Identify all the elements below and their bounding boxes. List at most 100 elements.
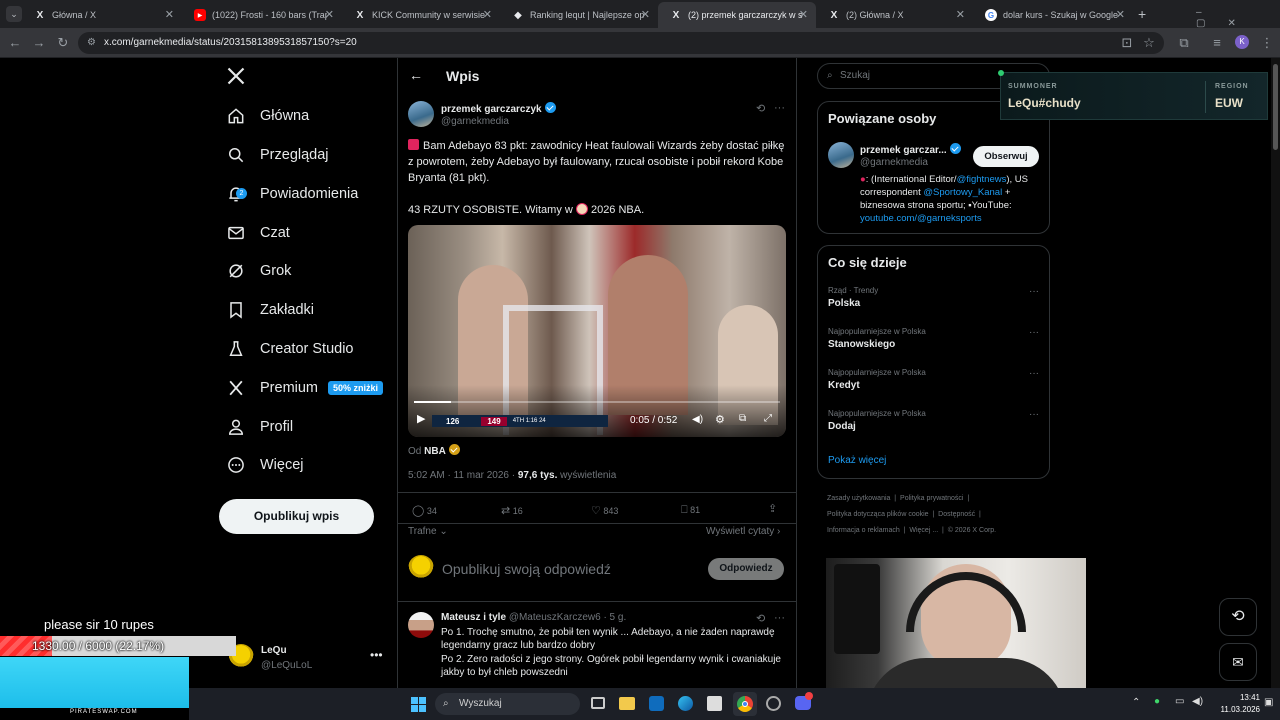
sidebar-item-grok[interactable]: Grok [222, 254, 291, 288]
sidebar-item-bookmark[interactable]: Zakładki [222, 293, 314, 327]
tab-close-icon[interactable]: ✕ [483, 8, 492, 21]
footer-cookies[interactable]: Polityka dotycząca plików cookie [827, 511, 929, 518]
pip-icon[interactable]: ⧉ [739, 413, 746, 424]
bio-link-sportowy[interactable]: @Sportowy_Kanal [923, 187, 1002, 198]
share-icon[interactable]: ⇪ [768, 502, 777, 515]
sidebar-item-mail[interactable]: Czat [222, 216, 290, 250]
footer-terms[interactable]: Zasady użytkowania [827, 495, 890, 502]
footer-more[interactable]: Więcej ... [909, 527, 938, 534]
reply-action[interactable]: ◯ 34 [412, 504, 437, 517]
related-name[interactable]: przemek garczar... [860, 145, 947, 156]
video-player[interactable]: ▶ 126 149 4TH 1:16 24 0:05 / 0:52 ◀) ⚙ ⧉… [408, 225, 786, 437]
sidebar-item-bell[interactable]: 2 Powiadomienia [222, 177, 358, 211]
taskbar-search[interactable]: ⌕ Wyszukaj [435, 693, 580, 715]
account-switcher[interactable]: LeQu @LeQuLoL ••• [222, 640, 392, 680]
comment-author[interactable]: Mateusz i tyle [441, 612, 506, 623]
grok-float-button[interactable]: ⟲ [1219, 598, 1257, 636]
trend-item[interactable]: Najpopularniejsze w Polska Kredyt ··· [828, 368, 1043, 404]
trend-item[interactable]: Najpopularniejsze w Polska Stanowskiego ··… [828, 327, 1043, 363]
reply-input[interactable]: Opublikuj swoją odpowiedź [442, 561, 611, 577]
sidebar-item-x[interactable]: Premium 50% zniżki [222, 371, 384, 405]
footer-privacy[interactable]: Polityka prywatności [900, 495, 963, 502]
bio-link-youtube[interactable]: youtube.com/@garneksports [860, 213, 982, 224]
forward-icon[interactable]: → [30, 34, 48, 52]
new-tab-button[interactable]: + [1138, 6, 1146, 22]
sort-replies-dropdown[interactable]: Trafne ⌄ [408, 526, 448, 537]
bio-link-fightnews[interactable]: @fightnews [957, 174, 1007, 185]
back-icon[interactable]: ← [6, 34, 24, 52]
trend-more-icon[interactable]: ··· [1029, 368, 1039, 379]
trend-more-icon[interactable]: ··· [1029, 327, 1039, 338]
outlook-icon[interactable] [649, 696, 664, 711]
comment-more-icon[interactable]: ··· [774, 612, 785, 624]
trend-item[interactable]: Najpopularniejsze w Polska Dodaj ··· [828, 409, 1043, 445]
comment-handle[interactable]: @MateuszKarczew6 · 5 g. [509, 612, 626, 623]
x-logo[interactable] [226, 66, 246, 91]
browser-tab[interactable]: X Główna / X ✕ [22, 2, 182, 28]
trend-more-icon[interactable]: ··· [1029, 286, 1039, 297]
related-handle[interactable]: @garnekmedia [860, 157, 928, 168]
file-explorer-icon[interactable] [619, 697, 635, 710]
window-controls[interactable]: –▢✕ [1196, 7, 1280, 29]
clock-time[interactable]: 13:41 [1220, 693, 1260, 702]
volume-icon[interactable]: ◀) [692, 414, 703, 425]
trend-more-icon[interactable]: ··· [1029, 409, 1039, 420]
like-action[interactable]: ♡ 843 [591, 504, 618, 517]
network-icon[interactable]: ▭ [1175, 696, 1184, 707]
tweet-time[interactable]: 5:02 AM · 11 mar 2026 · [408, 470, 515, 481]
fullscreen-icon[interactable]: ⤢ [764, 413, 772, 424]
footer-ads-info[interactable]: Informacja o reklamach [827, 527, 900, 534]
browser-tab[interactable]: ▶ (1022) Frosti - 160 bars (Trap&) ✕ [182, 2, 342, 28]
browser-tab[interactable]: X KICK Community w serwisie X ✕ [342, 2, 500, 28]
bookmark-action[interactable]: ⎕ 81 [681, 504, 700, 517]
author-avatar[interactable] [408, 101, 434, 127]
page-scrollbar[interactable] [1271, 58, 1280, 688]
source-name[interactable]: NBA [424, 446, 446, 457]
footer-accessibility[interactable]: Dostępność [938, 511, 975, 518]
reply-button[interactable]: Odpowiedz [708, 558, 784, 580]
app-icon-spinner[interactable] [766, 696, 781, 711]
tray-chevron-icon[interactable]: ⌃ [1132, 697, 1140, 708]
view-quotes-link[interactable]: Wyświetl cytaty › [706, 526, 780, 537]
tweet-more-icon[interactable]: ··· [774, 102, 785, 114]
browser-tab[interactable]: X (2) Główna / X ✕ [816, 2, 973, 28]
tab-close-icon[interactable]: ✕ [325, 8, 334, 21]
follow-button[interactable]: Obserwuj [973, 146, 1039, 167]
account-more-icon[interactable]: ••• [370, 648, 383, 662]
notification-icon[interactable]: ▣ [1264, 697, 1273, 708]
tab-close-icon[interactable]: ✕ [799, 8, 808, 21]
tab-close-icon[interactable]: ✕ [1116, 8, 1125, 21]
speaker-icon[interactable]: ◀) [1192, 696, 1203, 707]
tab-close-icon[interactable]: ✕ [641, 8, 650, 21]
browser-tab[interactable]: X (2) przemek garczarczyk w serw✕ [658, 2, 816, 28]
sidebar-item-more-circle[interactable]: Więcej [222, 448, 304, 482]
site-info-icon[interactable]: ⚙ [87, 32, 96, 54]
reload-icon[interactable]: ↻ [54, 34, 72, 52]
author-handle[interactable]: @garnekmedia [441, 116, 509, 127]
browser-tab[interactable]: ◆ Ranking lequt | Najlepsze oprog ✕ [500, 2, 658, 28]
extensions-icon[interactable]: ⧉ [1175, 34, 1193, 52]
browser-tab[interactable]: Gdolar kurs - Szukaj w Google ✕ [973, 2, 1133, 28]
windows-start-icon[interactable] [411, 697, 426, 712]
clock-date[interactable]: 11.03.2026 [1209, 705, 1260, 714]
reading-list-icon[interactable]: ≡ [1208, 34, 1226, 52]
task-view-icon[interactable] [591, 697, 605, 709]
trend-item[interactable]: Rząd · Trendy Polska ··· [828, 286, 1043, 322]
sidebar-item-search[interactable]: Przeglądaj [222, 138, 329, 172]
show-more-link[interactable]: Pokaż więcej [828, 455, 886, 466]
play-icon[interactable]: ▶ [417, 412, 425, 425]
edge-icon[interactable] [678, 696, 693, 711]
star-icon[interactable]: ☆ [1140, 34, 1158, 52]
mic-icon[interactable]: ● [1154, 696, 1160, 707]
tab-close-icon[interactable]: ✕ [165, 8, 174, 21]
post-button[interactable]: Opublikuj wpis [219, 499, 374, 534]
profile-avatar[interactable]: K [1235, 35, 1249, 49]
tab-list-button[interactable]: ⌄ [6, 6, 22, 22]
sidebar-item-home[interactable]: Główna [222, 99, 309, 133]
scrollbar-thumb[interactable] [1273, 64, 1278, 150]
store-icon[interactable] [707, 696, 722, 711]
author-name[interactable]: przemek garczarczyk [441, 104, 542, 115]
install-icon[interactable]: ⊡ [1118, 34, 1136, 52]
address-bar[interactable]: ⚙ x.com/garnekmedia/status/2031581389531… [78, 32, 1164, 54]
video-progress-track[interactable] [414, 401, 780, 403]
